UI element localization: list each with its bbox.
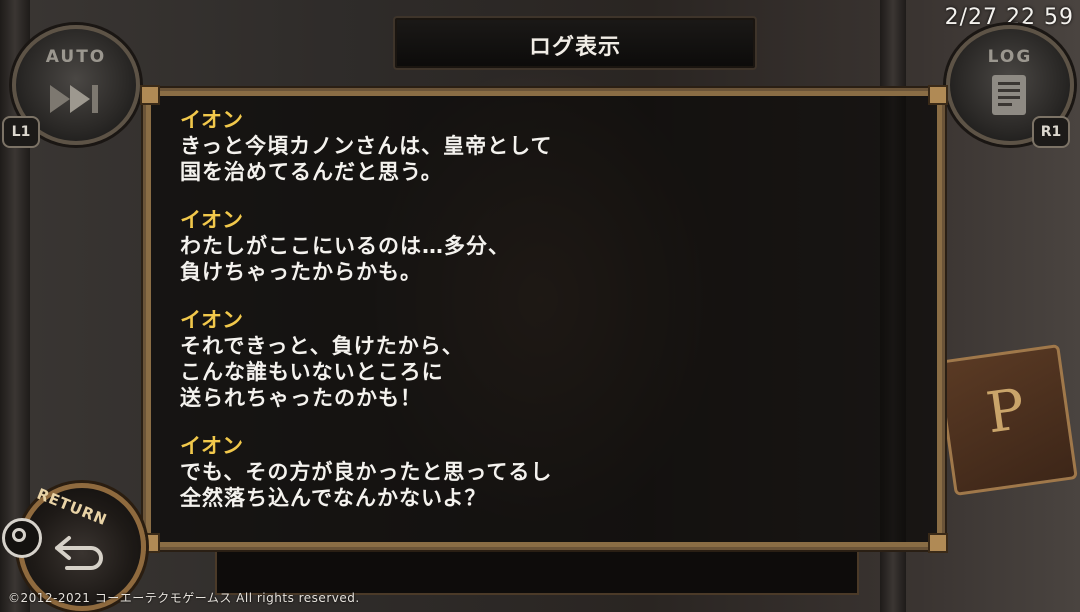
dialogue-line: それできっと、負けたから、 <box>180 334 464 358</box>
log-window[interactable]: イオン きっと今頃カノンさんは、皇帝として 国を治めてるんだと思う。 イオン わ… <box>140 85 948 553</box>
circle-button-icon[interactable] <box>2 518 42 558</box>
log-entries: イオン きっと今頃カノンさんは、皇帝として 国を治めてるんだと思う。 イオン わ… <box>180 107 553 533</box>
frame-corner <box>140 85 160 105</box>
speaker-name: イオン <box>180 208 243 232</box>
l1-shoulder-badge: L1 <box>2 116 40 148</box>
copyright-notice: ©2012-2021 コーエーテクモゲームス All rights reserv… <box>8 591 360 605</box>
log-entry: イオン わたしがここにいるのは…多分、 負けちゃったからかも。 <box>180 207 553 285</box>
speaker-name: イオン <box>180 308 243 332</box>
speaker-name: イオン <box>180 434 243 458</box>
log-label: LOG <box>987 47 1033 67</box>
background-dialog-box <box>215 545 859 595</box>
log-entry: イオン でも、その方が良かったと思ってるし 全然落ち込んでなんかないよ？ <box>180 433 553 511</box>
dialogue-line: こんな誰もいないところに <box>180 360 444 384</box>
log-entry: イオン それできっと、負けたから、 こんな誰もいないところに 送られちゃったのか… <box>180 307 553 411</box>
log-entry: イオン きっと今頃カノンさんは、皇帝として 国を治めてるんだと思う。 <box>180 107 553 185</box>
fast-forward-icon <box>50 85 98 113</box>
dialogue-line: きっと今頃カノンさんは、皇帝として <box>180 134 553 158</box>
r1-shoulder-badge: R1 <box>1032 116 1070 148</box>
return-label: RETURN <box>34 484 110 530</box>
auto-label: AUTO <box>45 47 107 67</box>
dialogue-line: 負けちゃったからかも。 <box>180 260 422 284</box>
dialogue-line: 全然落ち込んでなんかないよ？ <box>180 486 487 510</box>
log-document-icon <box>992 75 1026 115</box>
page-title: ログ表示 <box>528 35 621 60</box>
dialogue-line: わたしがここにいるのは…多分、 <box>180 234 510 258</box>
title-bar: ログ表示 <box>393 16 757 70</box>
background-card: P <box>936 344 1078 496</box>
dialogue-line: 国を治めてるんだと思う。 <box>180 160 443 184</box>
card-emblem: P <box>982 376 1029 447</box>
dialogue-line: 送られちゃったのかも！ <box>180 386 422 410</box>
speaker-name: イオン <box>180 108 243 132</box>
dialogue-line: でも、その方が良かったと思ってるし <box>180 460 553 484</box>
frame-corner <box>928 533 948 553</box>
frame-corner <box>928 85 948 105</box>
return-arrow-icon <box>55 536 103 570</box>
